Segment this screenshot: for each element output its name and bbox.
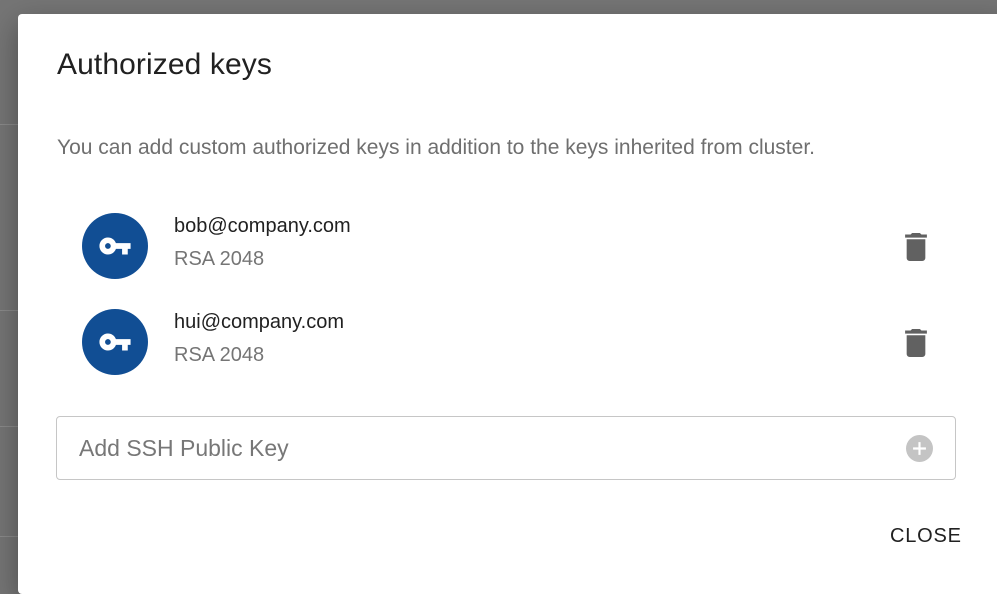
key-avatar bbox=[82, 309, 148, 375]
key-icon bbox=[99, 333, 131, 351]
key-email: hui@company.com bbox=[174, 311, 344, 333]
delete-key-button[interactable] bbox=[900, 231, 932, 263]
trash-icon bbox=[905, 233, 927, 261]
add-key-button[interactable] bbox=[906, 435, 933, 462]
close-button[interactable]: CLOSE bbox=[880, 519, 972, 554]
add-circle-icon bbox=[913, 442, 926, 455]
key-type: RSA 2048 bbox=[174, 248, 265, 270]
dialog-description: You can add custom authorized keys in ad… bbox=[57, 136, 815, 159]
ssh-key-input[interactable] bbox=[79, 417, 879, 479]
key-type: RSA 2048 bbox=[174, 344, 265, 366]
authorized-keys-dialog: Authorized keys You can add custom autho… bbox=[18, 14, 997, 594]
key-icon bbox=[99, 237, 131, 255]
key-email: bob@company.com bbox=[174, 215, 351, 237]
key-item: bob@company.com RSA 2048 bbox=[82, 213, 952, 293]
delete-key-button[interactable] bbox=[900, 327, 932, 359]
key-avatar bbox=[82, 213, 148, 279]
add-ssh-key-field bbox=[56, 416, 956, 480]
trash-icon bbox=[905, 329, 927, 357]
key-item: hui@company.com RSA 2048 bbox=[82, 309, 952, 389]
dialog-title: Authorized keys bbox=[57, 48, 272, 81]
